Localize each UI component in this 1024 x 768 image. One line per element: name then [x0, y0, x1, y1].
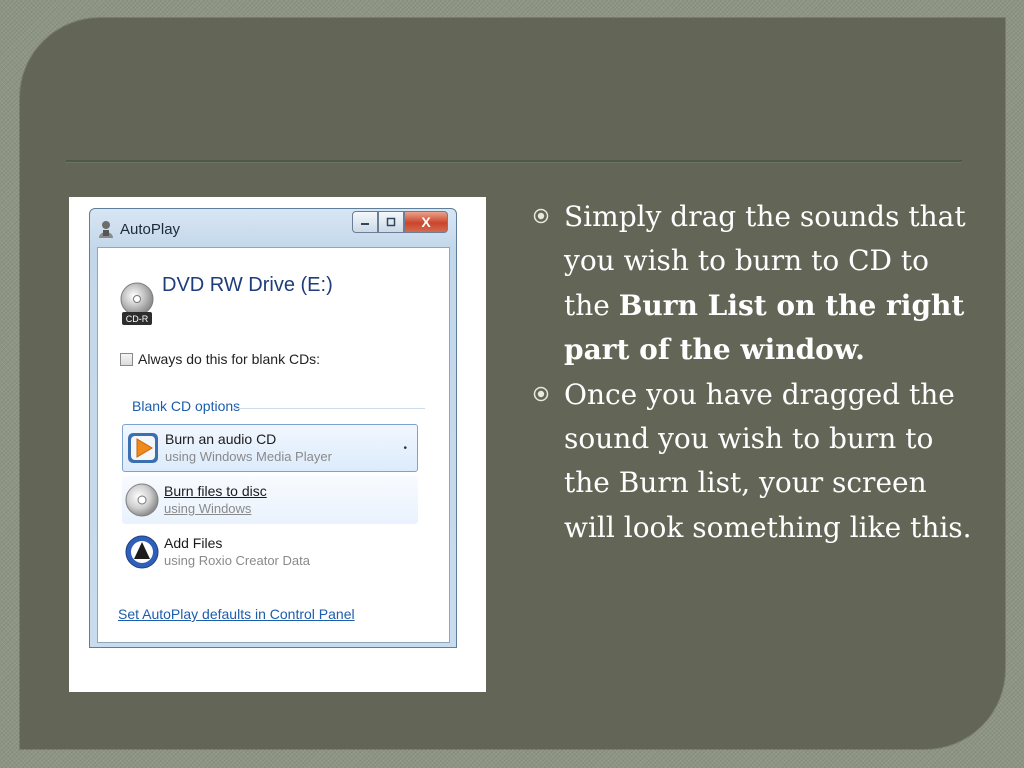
minimize-button[interactable] — [352, 211, 378, 233]
option-title: Burn an audio CD — [165, 431, 277, 447]
bullet-item: Simply drag the sounds that you wish to … — [531, 195, 981, 373]
autoplay-window: AutoPlay X CD-R DVD RW Drive (E:) Always… — [89, 208, 457, 648]
option-title: Burn files to disc — [164, 483, 267, 499]
window-titlebar: AutoPlay — [98, 217, 180, 241]
autoplay-icon — [99, 221, 113, 238]
bullet-list: Simply drag the sounds that you wish to … — [531, 195, 981, 550]
title-divider — [66, 160, 962, 162]
minimize-icon — [361, 223, 369, 225]
control-panel-link[interactable]: Set AutoPlay defaults in Control Panel — [118, 606, 355, 622]
close-button[interactable]: X — [404, 211, 448, 233]
always-do-this-row[interactable]: Always do this for blank CDs: — [120, 351, 320, 367]
window-title: AutoPlay — [120, 220, 181, 238]
option-subtitle: using Windows Media Player — [165, 449, 332, 464]
cd-r-badge: CD-R — [126, 314, 149, 324]
close-icon: X — [421, 214, 431, 230]
drive-header: CD-R DVD RW Drive (E:) — [120, 274, 333, 325]
section-divider — [233, 408, 425, 409]
disc-icon — [125, 483, 159, 517]
circle-bullet-icon — [533, 208, 549, 224]
maximize-icon — [386, 217, 396, 227]
media-player-icon — [128, 433, 158, 463]
cd-r-drive-icon: CD-R — [120, 282, 154, 325]
option-burn-audio-cd[interactable]: Burn an audio CD using Windows Media Pla… — [122, 424, 418, 472]
maximize-button[interactable] — [378, 211, 404, 233]
window-content: CD-R DVD RW Drive (E:) Always do this fo… — [97, 247, 450, 643]
always-label: Always do this for blank CDs: — [138, 351, 321, 367]
option-burn-files[interactable]: Burn files to disc using Windows — [122, 476, 418, 524]
selection-marker: • — [403, 443, 407, 454]
option-add-files[interactable]: Add Files using Roxio Creator Data — [122, 528, 418, 576]
option-subtitle: using Roxio Creator Data — [164, 553, 310, 568]
always-checkbox[interactable] — [120, 352, 133, 366]
bullet-text: Once you have dragged the sound you wish… — [564, 377, 972, 544]
drive-title: DVD RW Drive (E:) — [162, 274, 333, 296]
section-title: Blank CD options — [132, 398, 241, 414]
roxio-icon — [125, 535, 159, 569]
window-controls: X — [352, 211, 448, 233]
bullet-item: Once you have dragged the sound you wish… — [531, 373, 981, 551]
screenshot-image: AutoPlay X CD-R DVD RW Drive (E:) Always… — [69, 197, 486, 692]
circle-bullet-icon — [533, 386, 549, 401]
bullet-text-bold: Burn List on the right part of the windo… — [564, 288, 965, 367]
option-title: Add Files — [164, 535, 223, 551]
option-subtitle: using Windows — [164, 501, 252, 516]
